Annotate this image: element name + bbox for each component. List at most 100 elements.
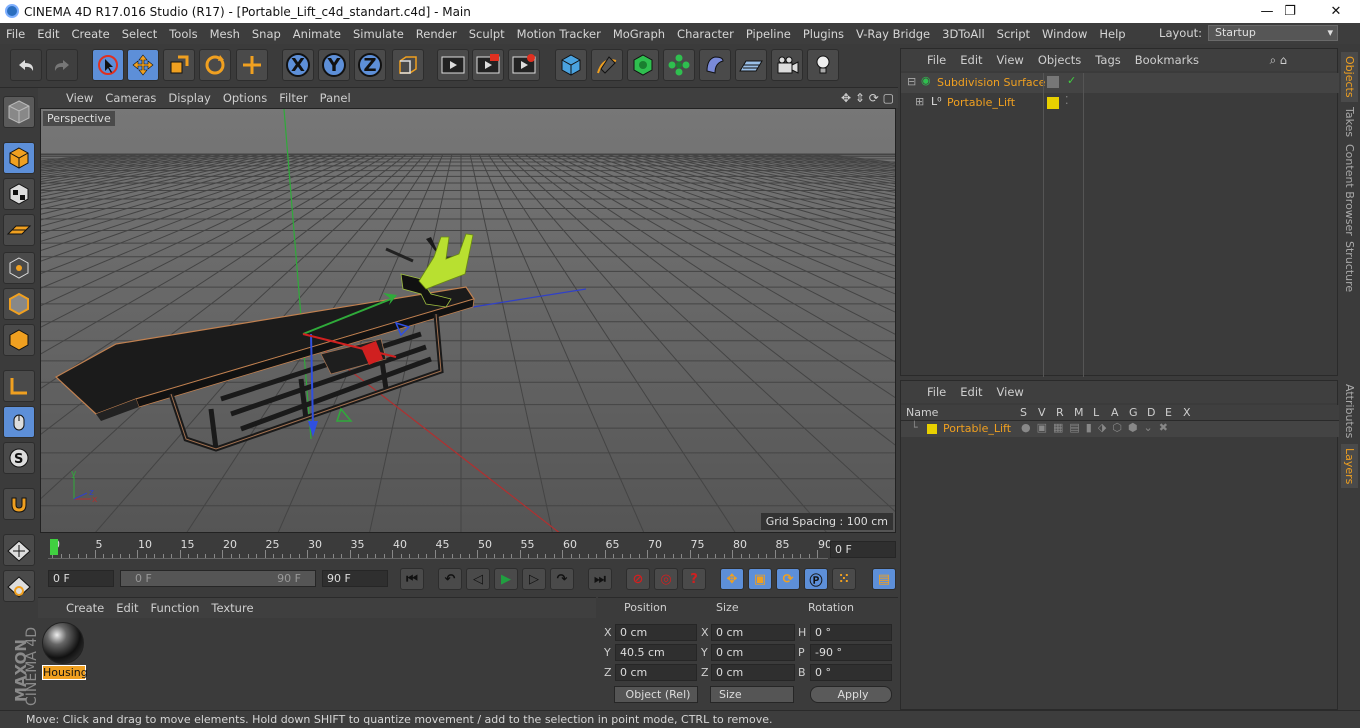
key-position-icon[interactable]: ✥ — [720, 568, 744, 590]
make-editable-icon[interactable] — [3, 96, 35, 128]
axis-mode-icon[interactable] — [3, 370, 35, 402]
material-menu-edit[interactable]: Edit — [116, 601, 138, 615]
rot-b-field[interactable]: 0 ° — [810, 664, 892, 681]
scale-tool-icon[interactable] — [163, 49, 195, 81]
layer-menu-edit[interactable]: Edit — [960, 385, 982, 399]
obj-menu-edit[interactable]: Edit — [960, 53, 982, 67]
menu-animate[interactable]: Animate — [287, 27, 347, 41]
visibility-toggle-icon[interactable] — [1047, 76, 1059, 88]
magnet-icon[interactable] — [3, 488, 35, 520]
col-expressions[interactable]: E — [1165, 406, 1172, 419]
obj-search-icon[interactable]: ⌕ ⌂ — [1270, 53, 1287, 68]
layer-row[interactable]: └ Portable_Lift ●▣▦▤▮⬗⬡⬢⌄✖ — [901, 421, 1339, 437]
col-locked[interactable]: L — [1093, 406, 1099, 419]
menu-3dtoall[interactable]: 3DToAll — [936, 27, 991, 41]
key-rotation-icon[interactable]: ⟳ — [776, 568, 800, 590]
x-axis-button[interactable]: X — [282, 49, 314, 81]
size-y-field[interactable]: 0 cm — [711, 644, 795, 661]
layer-color-icon[interactable] — [1047, 97, 1059, 109]
tab-takes[interactable]: Takes — [1341, 104, 1358, 140]
col-manager[interactable]: M — [1074, 406, 1084, 419]
current-frame-field[interactable]: 0 F — [830, 541, 896, 558]
coordinate-mode-dropdown[interactable]: Object (Rel) — [614, 686, 698, 703]
rotate-tool-icon[interactable] — [199, 49, 231, 81]
size-z-field[interactable]: 0 cm — [711, 664, 795, 681]
pen-spline-icon[interactable] — [591, 49, 623, 81]
pos-x-field[interactable]: 0 cm — [615, 624, 697, 641]
go-to-start-icon[interactable]: ⏮ — [400, 568, 424, 590]
col-name[interactable]: Name — [906, 406, 938, 419]
cube-primitive-icon[interactable] — [555, 49, 587, 81]
polygons-mode-icon[interactable] — [3, 324, 35, 356]
rot-p-field[interactable]: -90 ° — [810, 644, 892, 661]
col-generators[interactable]: G — [1129, 406, 1138, 419]
viewport-solo-icon[interactable] — [3, 534, 35, 566]
previous-key-icon[interactable]: ↶ — [438, 568, 462, 590]
tab-layers[interactable]: Layers — [1341, 444, 1358, 488]
menu-plugins[interactable]: Plugins — [797, 27, 850, 41]
key-pla-icon[interactable]: ⁙ — [832, 568, 856, 590]
lock-workplane-icon[interactable] — [3, 570, 35, 602]
end-frame-field[interactable]: 90 F — [322, 570, 388, 587]
timeline-window-icon[interactable]: ▤ — [872, 568, 896, 590]
rot-h-field[interactable]: 0 ° — [810, 624, 892, 641]
recent-tool-icon[interactable] — [236, 49, 268, 81]
obj-menu-tags[interactable]: Tags — [1095, 53, 1120, 67]
coordinate-system-icon[interactable] — [392, 49, 424, 81]
subdivision-surface-icon[interactable] — [627, 49, 659, 81]
obj-menu-objects[interactable]: Objects — [1038, 53, 1081, 67]
autokey-icon[interactable]: ◎ — [654, 568, 678, 590]
obj-menu-file[interactable]: File — [927, 53, 946, 67]
perspective-viewport[interactable]: y x z Perspective Grid Spacing : 100 cm — [40, 108, 896, 533]
keyframe-selection-icon[interactable]: ? — [682, 568, 706, 590]
start-frame-field[interactable]: 0 F — [48, 570, 114, 587]
menu-help[interactable]: Help — [1093, 27, 1131, 41]
layer-menu-view[interactable]: View — [997, 385, 1024, 399]
layout-dropdown[interactable]: Startup — [1208, 25, 1338, 41]
key-scale-icon[interactable]: ▣ — [748, 568, 772, 590]
undo-icon[interactable] — [10, 49, 42, 81]
object-row-portable-lift[interactable]: ⊞ L⁰ Portable_Lift ⁚ — [901, 93, 1339, 113]
cloner-icon[interactable] — [663, 49, 695, 81]
layer-menu-file[interactable]: File — [927, 385, 946, 399]
menu-simulate[interactable]: Simulate — [347, 27, 410, 41]
object-row-subdivision[interactable]: ⊟ ◉ Subdivision Surface ✓ — [901, 73, 1339, 93]
y-axis-button[interactable]: Y — [318, 49, 350, 81]
floor-icon[interactable] — [735, 49, 767, 81]
pos-z-field[interactable]: 0 cm — [615, 664, 697, 681]
col-deformers[interactable]: D — [1147, 406, 1155, 419]
redo-icon[interactable] — [46, 49, 78, 81]
menu-edit[interactable]: Edit — [31, 27, 65, 41]
playhead-marker[interactable] — [50, 539, 58, 555]
menu-snap[interactable]: Snap — [246, 27, 287, 41]
tweak-mode-icon[interactable] — [3, 406, 35, 438]
key-parameter-icon[interactable]: Ⓟ — [804, 568, 828, 590]
col-solo[interactable]: S — [1020, 406, 1027, 419]
tab-objects[interactable]: Objects — [1341, 52, 1358, 102]
menu-mesh[interactable]: Mesh — [204, 27, 246, 41]
menu-select[interactable]: Select — [116, 27, 163, 41]
next-key-icon[interactable]: ↷ — [550, 568, 574, 590]
menu-motion-tracker[interactable]: Motion Tracker — [511, 27, 607, 41]
live-select-icon[interactable] — [92, 49, 124, 81]
viewport-menu-panel[interactable]: Panel — [320, 91, 351, 105]
render-settings-icon[interactable] — [508, 49, 540, 81]
snap-icon[interactable]: S — [3, 442, 35, 474]
viewport-menu-view[interactable]: View — [66, 91, 93, 105]
size-x-field[interactable]: 0 cm — [711, 624, 795, 641]
menu-render[interactable]: Render — [410, 27, 463, 41]
light-icon[interactable] — [807, 49, 839, 81]
enabled-check-icon[interactable]: ✓ — [1067, 74, 1076, 87]
viewport-menu-filter[interactable]: Filter — [279, 91, 307, 105]
viewport-nav-icons[interactable]: ✥ ⇕ ⟳ ▢ — [841, 91, 894, 105]
material-swatch[interactable]: Housing — [42, 622, 88, 680]
col-render[interactable]: R — [1056, 406, 1064, 419]
menu-mograph[interactable]: MoGraph — [607, 27, 671, 41]
apply-button[interactable]: Apply — [810, 686, 892, 703]
model-mode-icon[interactable] — [3, 142, 35, 174]
visibility-dots-icon[interactable]: ⁚ — [1065, 94, 1069, 107]
render-view-icon[interactable] — [437, 49, 469, 81]
material-menu-function[interactable]: Function — [151, 601, 200, 615]
viewport-menu-options[interactable]: Options — [223, 91, 267, 105]
tab-content-browser[interactable]: Content Browser — [1341, 144, 1358, 236]
